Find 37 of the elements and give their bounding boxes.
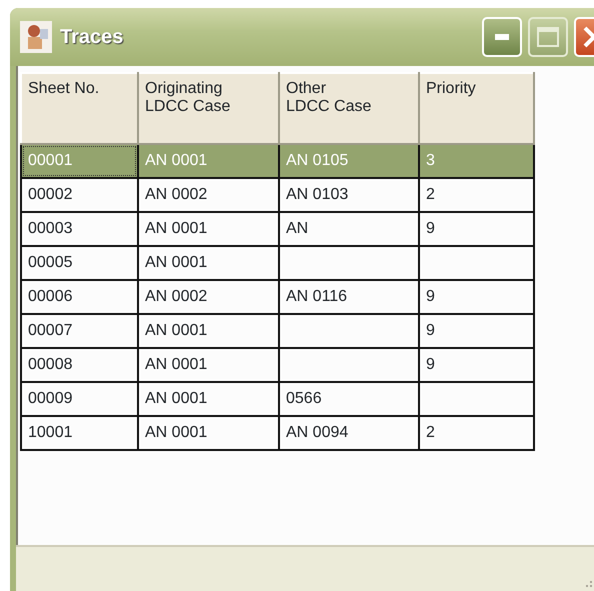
table-cell[interactable]: AN 0001 [138,416,279,450]
table-cell[interactable]: 00002 [21,178,138,212]
table-cell[interactable]: 00003 [21,212,138,246]
table-cell[interactable]: 2 [419,178,534,212]
column-header[interactable]: Other LDCC Case [279,73,419,144]
table-cell[interactable]: 00008 [21,348,138,382]
column-header[interactable]: Originating LDCC Case [138,73,279,144]
table-cell[interactable]: 9 [419,314,534,348]
table-cell[interactable]: 10001 [21,416,138,450]
table-cell[interactable]: AN [279,212,419,246]
app-icon [20,21,52,53]
table-cell[interactable]: AN 0002 [138,178,279,212]
table-cell[interactable]: AN 0001 [138,246,279,280]
table-cell[interactable]: AN 0094 [279,416,419,450]
table-cell[interactable]: AN 0002 [138,280,279,314]
table-cell[interactable]: 0566 [279,382,419,416]
table-cell[interactable]: 00006 [21,280,138,314]
table-cell[interactable]: AN 0103 [279,178,419,212]
table-cell[interactable]: 9 [419,348,534,382]
minimize-button[interactable] [482,17,522,57]
window-title: Traces [60,25,124,50]
table-cell[interactable]: 00007 [21,314,138,348]
table-cell[interactable]: 00005 [21,246,138,280]
maximize-icon [537,27,559,47]
table-cell[interactable]: AN 0001 [138,212,279,246]
table-cell[interactable]: 9 [419,212,534,246]
table-cell[interactable]: AN 0001 [138,382,279,416]
column-header[interactable]: Priority [419,73,534,144]
minimize-icon [495,34,509,40]
maximize-button[interactable] [528,17,568,57]
table-cell[interactable]: AN 0001 [138,314,279,348]
table-cell[interactable]: AN 0116 [279,280,419,314]
table-cell[interactable]: 00009 [21,382,138,416]
column-header[interactable]: Sheet No. [21,73,138,144]
table-cell[interactable]: AN 0001 [138,348,279,382]
table-cell[interactable]: 2 [419,416,534,450]
table-cell[interactable]: 9 [419,280,534,314]
